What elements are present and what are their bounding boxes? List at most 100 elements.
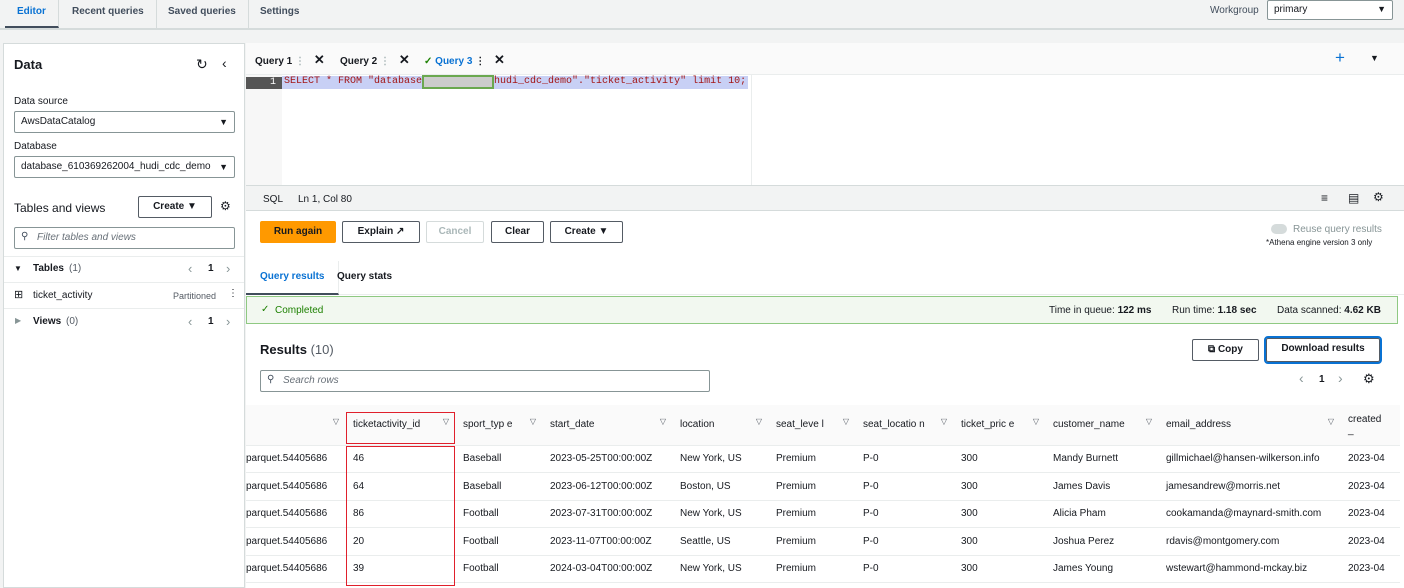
close-icon[interactable]: ✕ [494, 52, 505, 67]
table-cell: 300 [953, 555, 1045, 583]
tab-editor[interactable]: Editor [5, 0, 59, 28]
search-rows-input[interactable]: ⚲ Search rows [260, 370, 710, 392]
format-icon[interactable]: ≡ [1321, 191, 1328, 205]
close-icon[interactable]: ✕ [399, 52, 410, 67]
result-tabs: Query results Query stats [246, 261, 1404, 295]
column-header[interactable]: ticket_pric e ▽ [953, 405, 1045, 446]
reuse-toggle[interactable] [1271, 224, 1287, 234]
column-header[interactable]: seat_locatio n ▽ [855, 405, 953, 446]
query-tab-1[interactable]: Query 1 ⋮ ✕ [255, 52, 325, 68]
column-header[interactable]: start_date ▽ [542, 405, 672, 446]
prev-page-icon[interactable]: ‹ [188, 261, 192, 276]
collapse-icon[interactable]: ‹ [222, 55, 227, 71]
sort-icon[interactable]: ▽ [660, 417, 666, 426]
cancel-button[interactable]: Cancel [426, 221, 484, 243]
table-cell: Baseball [455, 445, 542, 473]
workgroup-select[interactable]: primary ▼ [1267, 0, 1393, 20]
column-header[interactable]: email_address ▽ [1158, 405, 1340, 446]
next-page-icon[interactable]: › [226, 314, 230, 329]
cursor-position: Ln 1, Col 80 [298, 194, 352, 205]
tables-section[interactable]: ▼ Tables (1) ‹ 1 › [4, 256, 244, 282]
tab-recent-queries[interactable]: Recent queries [60, 0, 157, 28]
workgroup-label: Workgroup [1210, 5, 1259, 16]
table-cell: Premium [768, 555, 855, 583]
next-page-icon[interactable]: › [226, 261, 230, 276]
table-cell: New York, US [672, 555, 768, 583]
sort-icon[interactable]: ▽ [1328, 417, 1334, 426]
column-label: location [680, 419, 715, 431]
caret-down-icon: ▼ [1377, 4, 1386, 14]
column-header[interactable]: location ▽ [672, 405, 768, 446]
next-page-icon[interactable]: › [1338, 370, 1343, 386]
column-header[interactable]: seat_leve l ▽ [768, 405, 855, 446]
sql-editor[interactable]: 1 SELECT * FROM "database_ _hudi_cdc_dem… [246, 75, 1394, 185]
table-cell: jamesandrew@morris.net [1158, 472, 1340, 501]
caret-down-icon: ▼ [219, 162, 228, 172]
create-button[interactable]: Create ▼ [138, 196, 212, 218]
filter-tables-input[interactable]: ⚲ Filter tables and views [14, 227, 235, 249]
tab-query-results[interactable]: Query results [246, 261, 340, 295]
table-cell: rdavis@montgomery.com [1158, 527, 1340, 556]
table-cell: 2024-03-04T00:00:00Z [542, 555, 672, 583]
refresh-icon[interactable]: ↻ [196, 56, 208, 73]
add-tab-icon[interactable]: + [1335, 48, 1345, 68]
more-icon[interactable]: ⋮ [228, 288, 238, 299]
tab-settings[interactable]: Settings [248, 0, 311, 28]
table-cell: gillmichael@hansen-wilkerson.info [1158, 445, 1340, 473]
settings-icon[interactable]: ⚙ [1363, 371, 1375, 387]
expand-icon[interactable]: ⊞ [14, 288, 23, 301]
column-label: customer_name [1053, 419, 1125, 431]
highlight-column-box [346, 446, 455, 586]
external-link-icon: ↗ [395, 226, 405, 237]
explain-button[interactable]: Explain ↗ [342, 221, 420, 243]
panel-icon[interactable]: ▤ [1348, 191, 1359, 205]
sort-icon[interactable]: ▽ [333, 417, 339, 426]
copy-button[interactable]: ⧉ Copy [1192, 339, 1259, 361]
data-source-select[interactable]: AwsDataCatalog ▼ [14, 111, 235, 133]
tab-menu-icon[interactable]: ▼ [1370, 53, 1379, 63]
download-results-button[interactable]: Download results [1264, 336, 1382, 364]
query-tab-3[interactable]: ✓ Query 3 ⋮ ✕ [424, 49, 505, 78]
create-query-button[interactable]: Create ▼ [550, 221, 623, 243]
sort-icon[interactable]: ▽ [843, 417, 849, 426]
table-cell: Premium [768, 500, 855, 528]
run-again-button[interactable]: Run again [260, 221, 336, 243]
query-tab-2[interactable]: Query 2 ⋮ ✕ [340, 52, 410, 68]
close-icon[interactable]: ✕ [314, 52, 325, 67]
partitioned-badge: Partitioned [173, 291, 217, 301]
tab-saved-queries[interactable]: Saved queries [156, 0, 249, 28]
column-header[interactable]: customer_name ▽ [1045, 405, 1158, 446]
tab-query-stats[interactable]: Query stats [337, 271, 392, 282]
search-icon: ⚲ [267, 374, 275, 385]
table-cell: Alicia Pham [1045, 500, 1158, 528]
views-section[interactable]: ▶ Views (0) ‹ 1 › [4, 308, 244, 334]
column-header[interactable]: ▽ [246, 405, 345, 446]
settings-icon[interactable]: ⚙ [220, 199, 231, 213]
sort-icon[interactable]: ▽ [941, 417, 947, 426]
prev-page-icon[interactable]: ‹ [188, 314, 192, 329]
sidebar-title: Data [14, 57, 43, 72]
tables-count: (1) [69, 263, 82, 274]
table-cell: 2023-06-12T00:00:00Z [542, 472, 672, 501]
column-label: sport_typ e [463, 419, 513, 431]
editor-statusbar: SQL Ln 1, Col 80 ≡ ▤ ⚙ [246, 185, 1404, 211]
prev-page-icon[interactable]: ‹ [1299, 370, 1304, 386]
sort-icon[interactable]: ▽ [1146, 417, 1152, 426]
sort-icon[interactable]: ▽ [756, 417, 762, 426]
sort-icon[interactable]: ▽ [530, 417, 536, 426]
sort-icon[interactable]: ▽ [1033, 417, 1039, 426]
tables-label: Tables [33, 263, 64, 274]
settings-icon[interactable]: ⚙ [1373, 190, 1384, 204]
database-select[interactable]: database_610369262004_hudi_cdc_demo ▼ [14, 156, 235, 178]
sql-code[interactable]: SELECT * FROM "database_ _hudi_cdc_demo"… [282, 76, 749, 89]
column-header[interactable]: sport_typ e ▽ [455, 405, 542, 446]
editor-gutter [246, 75, 282, 185]
column-header[interactable]: created_ [1340, 405, 1400, 446]
clear-button[interactable]: Clear [491, 221, 544, 243]
engine-note: *Athena engine version 3 only [1266, 238, 1373, 247]
data-sidebar: Data ↻ ‹ Data source AwsDataCatalog ▼ Dat… [3, 43, 245, 588]
table-cell: New York, US [672, 445, 768, 473]
table-cell: 2023-04 [1340, 445, 1400, 473]
caret-right-icon: ▶ [15, 316, 22, 325]
table-item-ticket-activity[interactable]: ⊞ ticket_activity Partitioned ⋮ [4, 282, 244, 308]
